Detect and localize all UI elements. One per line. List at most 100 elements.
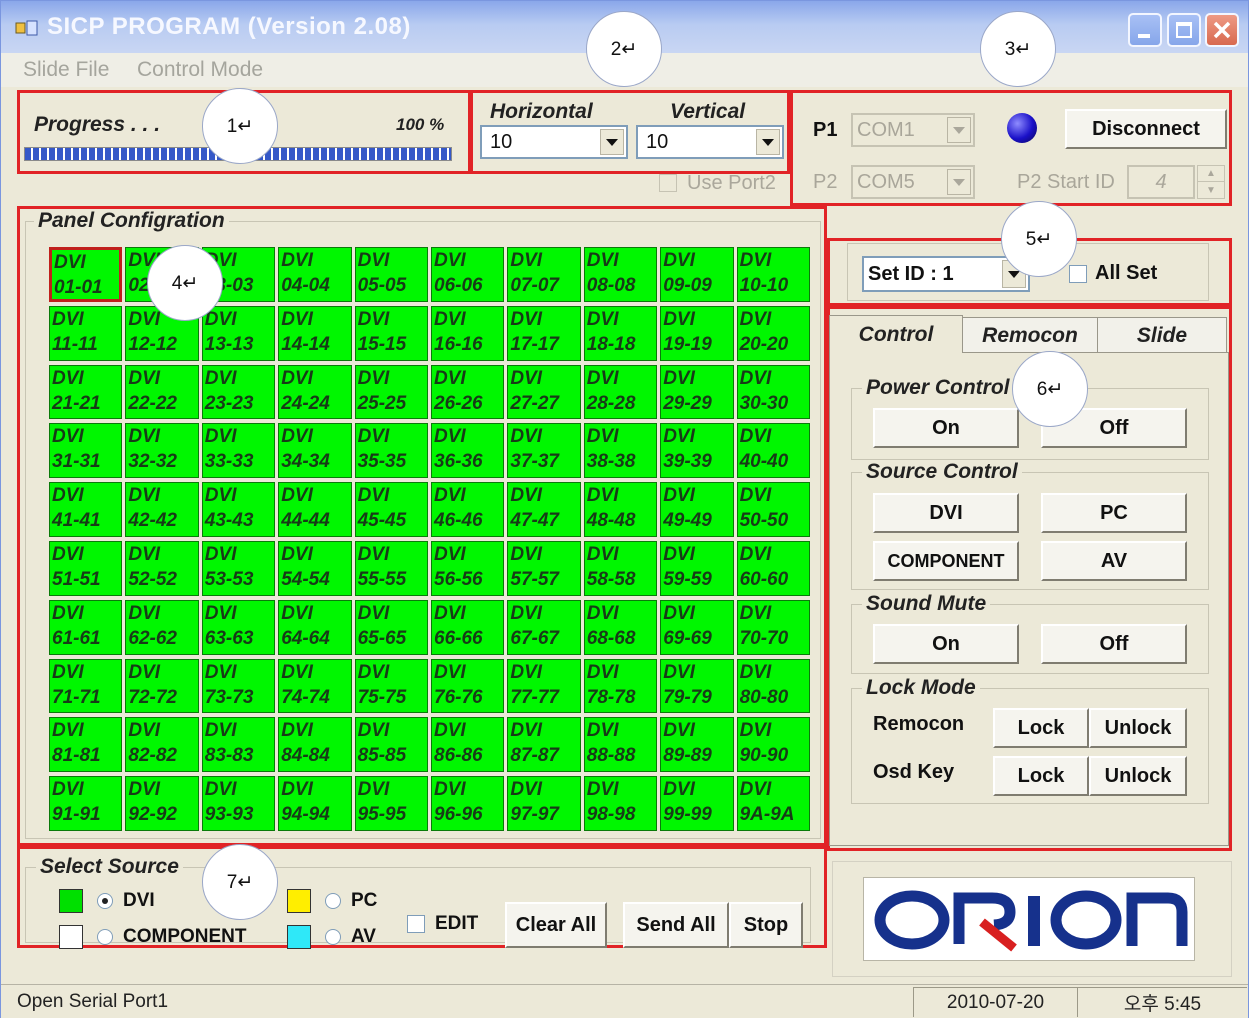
panel-cell[interactable]: DVI 77-77 xyxy=(507,658,581,714)
panel-cell[interactable]: DVI 61-61 xyxy=(49,599,123,655)
panel-cell[interactable]: DVI 50-50 xyxy=(736,482,810,537)
panel-cell[interactable]: DVI 04-04 xyxy=(278,247,352,302)
close-button[interactable] xyxy=(1205,13,1239,47)
panel-cell[interactable]: DVI 20-20 xyxy=(736,305,810,361)
panel-cell[interactable]: DVI 92-92 xyxy=(125,776,199,831)
pc-radio[interactable] xyxy=(325,893,341,909)
panel-cell[interactable]: DVI 86-86 xyxy=(431,717,505,773)
panel-cell[interactable]: DVI 47-47 xyxy=(507,482,581,537)
minimize-button[interactable] xyxy=(1128,13,1162,47)
panel-cell[interactable]: DVI 99-99 xyxy=(660,776,734,831)
panel-cell[interactable]: DVI 80-80 xyxy=(736,658,810,714)
panel-cell[interactable]: DVI 45-45 xyxy=(354,482,428,537)
panel-cell[interactable]: DVI 18-18 xyxy=(583,305,658,361)
p2-select[interactable]: COM5 xyxy=(851,165,975,199)
panel-cell[interactable]: DVI 71-71 xyxy=(49,658,123,714)
panel-cell[interactable]: DVI 69-69 xyxy=(660,599,734,655)
panel-cell[interactable]: DVI 67-67 xyxy=(507,599,581,655)
panel-cell[interactable]: DVI 06-06 xyxy=(431,247,505,302)
mute-on-button[interactable]: On xyxy=(873,624,1019,664)
panel-cell[interactable]: DVI 29-29 xyxy=(660,364,734,420)
panel-cell[interactable]: DVI 72-72 xyxy=(125,658,199,714)
panel-cell[interactable]: DVI 89-89 xyxy=(660,717,734,773)
use-port2-checkbox[interactable] xyxy=(659,174,677,192)
panel-cell[interactable]: DVI 30-30 xyxy=(736,364,810,420)
vertical-select[interactable]: 10 xyxy=(636,125,784,159)
panel-cell[interactable]: DVI 94-94 xyxy=(278,776,352,831)
mute-off-button[interactable]: Off xyxy=(1041,624,1187,664)
panel-cell[interactable]: DVI 34-34 xyxy=(278,423,352,479)
panel-cell[interactable]: DVI 76-76 xyxy=(431,658,505,714)
panel-cell[interactable]: DVI 58-58 xyxy=(583,541,658,596)
panel-cell[interactable]: DVI 90-90 xyxy=(736,717,810,773)
panel-cell[interactable]: DVI 43-43 xyxy=(201,482,276,537)
panel-cell[interactable]: DVI 33-33 xyxy=(201,423,276,479)
panel-cell[interactable]: DVI 64-64 xyxy=(278,599,352,655)
panel-cell[interactable]: DVI 08-08 xyxy=(583,247,658,302)
panel-cell[interactable]: DVI 39-39 xyxy=(660,423,734,479)
panel-cell[interactable]: DVI 13-13 xyxy=(201,305,276,361)
panel-cell[interactable]: DVI 21-21 xyxy=(49,364,123,420)
panel-cell[interactable]: DVI 59-59 xyxy=(660,541,734,596)
panel-cell[interactable]: DVI 88-88 xyxy=(583,717,658,773)
panel-cell[interactable]: DVI 56-56 xyxy=(431,541,505,596)
panel-cell[interactable]: DVI 57-57 xyxy=(507,541,581,596)
panel-cell[interactable]: DVI 93-93 xyxy=(201,776,276,831)
panel-cell[interactable]: DVI 73-73 xyxy=(201,658,276,714)
panel-cell[interactable]: DVI 32-32 xyxy=(125,423,199,479)
panel-cell[interactable]: DVI 51-51 xyxy=(49,541,123,596)
panel-cell[interactable]: DVI 16-16 xyxy=(431,305,505,361)
menu-control-mode[interactable]: Control Mode xyxy=(137,58,263,82)
panel-cell[interactable]: DVI 9A-9A xyxy=(736,776,810,831)
panel-cell[interactable]: DVI 28-28 xyxy=(583,364,658,420)
panel-cell[interactable]: DVI 97-97 xyxy=(507,776,581,831)
power-on-button[interactable]: On xyxy=(873,408,1019,448)
panel-cell[interactable]: DVI 15-15 xyxy=(354,305,428,361)
panel-cell[interactable]: DVI 36-36 xyxy=(431,423,505,479)
panel-cell[interactable]: DVI 82-82 xyxy=(125,717,199,773)
panel-cell[interactable]: DVI 10-10 xyxy=(736,247,810,302)
tab-control[interactable]: Control xyxy=(829,315,963,353)
edit-checkbox[interactable] xyxy=(407,915,425,933)
tab-remocon[interactable]: Remocon xyxy=(961,317,1099,353)
panel-cell[interactable]: DVI 26-26 xyxy=(431,364,505,420)
panel-cell[interactable]: DVI 62-62 xyxy=(125,599,199,655)
panel-cell[interactable]: DVI 38-38 xyxy=(583,423,658,479)
panel-cell[interactable]: DVI 65-65 xyxy=(354,599,428,655)
panel-cell[interactable]: DVI 55-55 xyxy=(354,541,428,596)
panel-cell[interactable]: DVI 87-87 xyxy=(507,717,581,773)
panel-cell[interactable]: DVI 42-42 xyxy=(125,482,199,537)
panel-cell[interactable]: DVI 52-52 xyxy=(125,541,199,596)
panel-cell[interactable]: DVI 01-01 xyxy=(49,247,123,302)
panel-cell[interactable]: DVI 83-83 xyxy=(201,717,276,773)
set-id-select[interactable]: Set ID : 1 xyxy=(862,256,1030,292)
osd-unlock-button[interactable]: Unlock xyxy=(1089,756,1187,796)
source-pc-button[interactable]: PC xyxy=(1041,493,1187,533)
panel-cell[interactable]: DVI 79-79 xyxy=(660,658,734,714)
panel-cell[interactable]: DVI 17-17 xyxy=(507,305,581,361)
component-radio[interactable] xyxy=(97,929,113,945)
menu-slide-file[interactable]: Slide File xyxy=(23,58,109,82)
source-dvi-button[interactable]: DVI xyxy=(873,493,1019,533)
source-av-button[interactable]: AV xyxy=(1041,541,1187,581)
av-radio[interactable] xyxy=(325,929,341,945)
panel-cell[interactable]: DVI 63-63 xyxy=(201,599,276,655)
panel-cell[interactable]: DVI 27-27 xyxy=(507,364,581,420)
panel-cell[interactable]: DVI 05-05 xyxy=(354,247,428,302)
remocon-lock-button[interactable]: Lock xyxy=(993,708,1089,748)
panel-cell[interactable]: DVI 09-09 xyxy=(660,247,734,302)
osd-lock-button[interactable]: Lock xyxy=(993,756,1089,796)
panel-cell[interactable]: DVI 78-78 xyxy=(583,658,658,714)
panel-cell[interactable]: DVI 24-24 xyxy=(278,364,352,420)
p2-start-id-input[interactable]: 4 xyxy=(1127,165,1195,199)
panel-cell[interactable]: DVI 35-35 xyxy=(354,423,428,479)
panel-cell[interactable]: DVI 41-41 xyxy=(49,482,123,537)
stop-button[interactable]: Stop xyxy=(729,902,803,948)
panel-cell[interactable]: DVI 11-11 xyxy=(49,305,123,361)
p2-start-id-spinner[interactable]: ▲ ▼ xyxy=(1197,165,1225,199)
panel-cell[interactable]: DVI 23-23 xyxy=(201,364,276,420)
remocon-unlock-button[interactable]: Unlock xyxy=(1089,708,1187,748)
panel-cell[interactable]: DVI 66-66 xyxy=(431,599,505,655)
panel-cell[interactable]: DVI 98-98 xyxy=(583,776,658,831)
source-component-button[interactable]: COMPONENT xyxy=(873,541,1019,581)
